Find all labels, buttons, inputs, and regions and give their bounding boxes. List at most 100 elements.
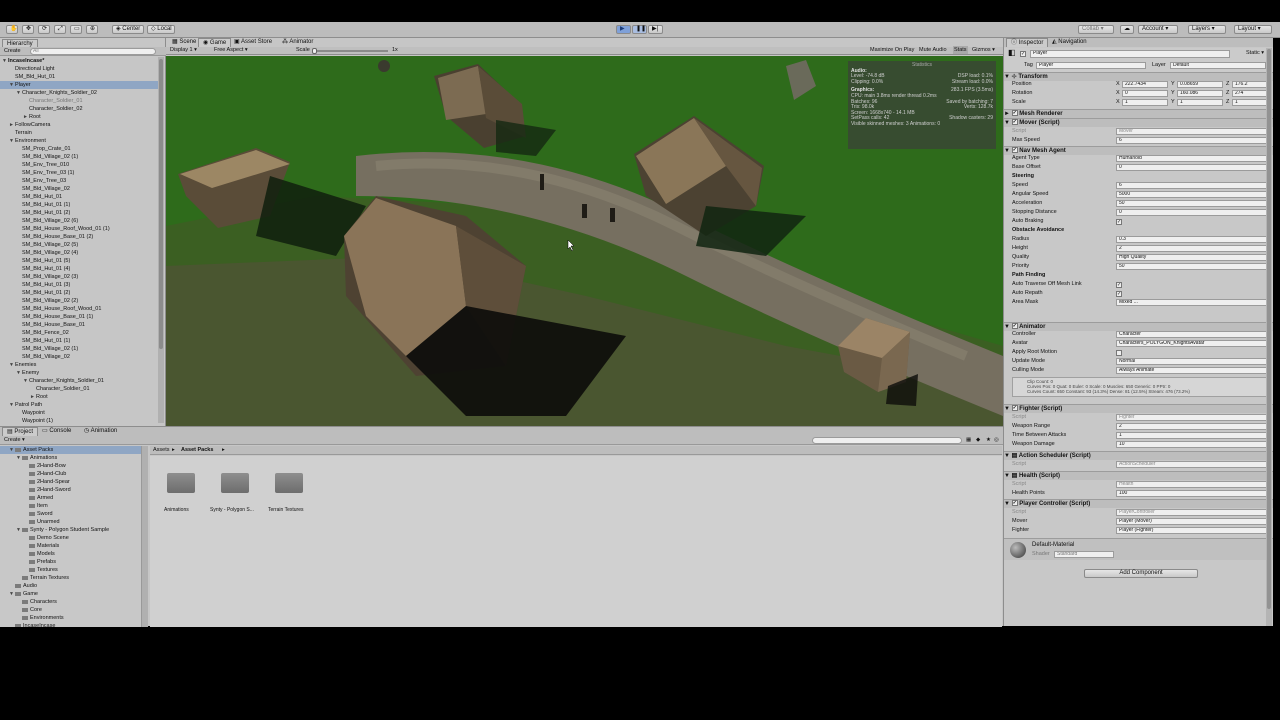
fighter-checkbox[interactable]: ✓ xyxy=(1011,405,1018,412)
mover-header[interactable]: ▼ ✓ Mover (Script) xyxy=(1004,118,1273,127)
hierarchy-item[interactable]: Character_Soldier_01 xyxy=(0,97,158,105)
project-folder-item[interactable]: Models xyxy=(0,550,141,558)
step-button[interactable]: ▶| xyxy=(648,25,663,34)
hierarchy-search-input[interactable]: All xyxy=(30,48,156,55)
rotation-y-field[interactable]: 160.086 xyxy=(1177,90,1223,97)
hierarchy-item[interactable]: ▼Enemy xyxy=(0,369,158,377)
project-folder-item[interactable]: ▼ Asset Packs xyxy=(0,446,141,454)
gizmos-dropdown[interactable]: Gizmos ▾ xyxy=(972,46,995,54)
project-folder-item[interactable]: 2Hand-Club xyxy=(0,470,141,478)
hierarchy-item[interactable]: SM_Bld_Village_02 xyxy=(0,185,158,193)
hierarchy-item[interactable]: ►FollowCamera xyxy=(0,121,158,129)
project-search-input[interactable] xyxy=(812,437,962,444)
layer-dropdown[interactable]: Default xyxy=(1170,62,1266,69)
hierarchy-item[interactable]: SM_Bld_Village_02 (3) xyxy=(0,273,158,281)
hierarchy-item[interactable]: SM_Bld_House_Base_01 xyxy=(0,321,158,329)
game-viewport[interactable]: Statistics Audio: Level: -74.8 dB DSP loa… xyxy=(166,56,1003,426)
hierarchy-item[interactable]: SM_Bld_Village_02 (4) xyxy=(0,249,158,257)
max-speed-field[interactable]: 6 xyxy=(1116,137,1268,144)
filter-type-icon[interactable]: ▦ xyxy=(966,436,971,444)
hierarchy-item[interactable]: SM_Bld_Hut_01 xyxy=(0,193,158,201)
hierarchy-item[interactable]: SM_Bld_House_Base_01 (2) xyxy=(0,233,158,241)
project-folder-item[interactable]: Prefabs xyxy=(0,558,141,566)
add-component-button[interactable]: Add Component xyxy=(1084,569,1198,578)
hidden-icon[interactable]: ◎ xyxy=(994,436,999,444)
weapon-range-field[interactable]: 2 xyxy=(1116,423,1268,430)
position-z-field[interactable]: 176.2 xyxy=(1232,81,1268,88)
hierarchy-item[interactable]: SM_Bld_Village_02 xyxy=(0,353,158,361)
aspect-dropdown[interactable]: Free Aspect ▾ xyxy=(214,46,248,54)
hierarchy-item[interactable]: Character_Soldier_01 xyxy=(0,385,158,393)
static-toggle[interactable]: Static ▾ xyxy=(1246,49,1264,57)
nav-agent-checkbox[interactable]: ✓ xyxy=(1011,147,1018,154)
project-folder-item[interactable]: Item xyxy=(0,502,141,510)
mesh-renderer-header[interactable]: ► ✓ Mesh Renderer xyxy=(1004,109,1273,118)
health-header[interactable]: ▼ ▤ Health (Script) xyxy=(1004,471,1273,480)
maximize-on-play-toggle[interactable]: Maximize On Play xyxy=(870,46,914,54)
auto-repath-checkbox[interactable]: ✓ xyxy=(1116,291,1122,297)
height-field[interactable]: 2 xyxy=(1116,245,1268,252)
breadcrumb-asset-packs[interactable]: Asset Packs xyxy=(181,446,213,454)
nav-mesh-agent-header[interactable]: ▼ ✓ Nav Mesh Agent xyxy=(1004,146,1273,155)
hierarchy-item[interactable]: SM_Bld_House_Base_01 (1) xyxy=(0,313,158,321)
auto-braking-checkbox[interactable]: ✓ xyxy=(1116,219,1122,225)
speed-field[interactable]: 6 xyxy=(1116,182,1268,189)
mover-checkbox[interactable]: ✓ xyxy=(1011,119,1018,126)
priority-field[interactable]: 50 xyxy=(1116,263,1268,270)
area-mask-field[interactable]: Mixed ... xyxy=(1116,299,1268,306)
rect-tool-button[interactable]: ▭ xyxy=(70,25,82,34)
hierarchy-scrollbar[interactable] xyxy=(158,57,164,423)
move-tool-button[interactable]: ✥ xyxy=(22,25,34,34)
hierarchy-item[interactable]: SM_Env_Tree_03 (1) xyxy=(0,169,158,177)
hierarchy-item[interactable]: ▼Patrol Path xyxy=(0,401,158,409)
hierarchy-item[interactable]: SM_Bld_Village_02 (1) xyxy=(0,345,158,353)
scale-x-field[interactable]: 1 xyxy=(1122,99,1168,106)
time-between-attacks-field[interactable]: 1 xyxy=(1116,432,1268,439)
pc-mover-field[interactable]: Player (Mover) xyxy=(1116,518,1268,525)
rotate-tool-button[interactable]: ⟳ xyxy=(38,25,50,34)
shader-dropdown[interactable]: Standard xyxy=(1054,551,1114,558)
hierarchy-item[interactable]: ▼Character_Knights_Soldier_02 xyxy=(0,89,158,97)
project-folder-item[interactable]: 2Hand-Spear xyxy=(0,478,141,486)
scale-z-field[interactable]: 1 xyxy=(1232,99,1268,106)
hierarchy-item[interactable]: SM_Env_Tree_010 xyxy=(0,161,158,169)
inspector-scroll-thumb[interactable] xyxy=(1267,49,1271,609)
project-folder-item[interactable]: 2Hand-Sword xyxy=(0,486,141,494)
transform-tool-button[interactable]: ⊕ xyxy=(86,25,98,34)
scale-y-field[interactable]: 1 xyxy=(1177,99,1223,106)
project-folder-item[interactable]: Characters xyxy=(0,598,141,606)
hierarchy-item[interactable]: SM_Bld_House_Roof_Wood_01 (1) xyxy=(0,225,158,233)
position-x-field[interactable]: 222.7434 xyxy=(1122,81,1168,88)
hierarchy-item[interactable]: ►Root xyxy=(0,113,158,121)
hierarchy-item[interactable]: SM_Bld_Hut_01 (5) xyxy=(0,257,158,265)
project-folder-item[interactable]: Environments xyxy=(0,614,141,622)
project-folder-item[interactable]: Core xyxy=(0,606,141,614)
stats-toggle[interactable]: Stats xyxy=(953,46,968,54)
hierarchy-item[interactable]: Directional Light xyxy=(0,65,158,73)
project-folder-item[interactable]: Materials xyxy=(0,542,141,550)
hierarchy-item[interactable]: ▼Player xyxy=(0,81,158,89)
radius-field[interactable]: 0.3 xyxy=(1116,236,1268,243)
auto-traverse-checkbox[interactable]: ✓ xyxy=(1116,282,1122,288)
hierarchy-create-button[interactable]: Create xyxy=(4,47,21,55)
hierarchy-item[interactable]: Waypoint (1) xyxy=(0,417,158,423)
rotation-z-field[interactable]: 274 xyxy=(1232,90,1268,97)
hierarchy-item[interactable]: SM_Bld_Hut_01 (1) xyxy=(0,201,158,209)
account-button[interactable]: Account ▾ xyxy=(1138,25,1178,34)
pivot-center-button[interactable]: ◈ Center xyxy=(112,25,144,34)
hierarchy-item[interactable]: SM_Env_Tree_03 xyxy=(0,177,158,185)
mute-audio-toggle[interactable]: Mute Audio xyxy=(919,46,947,54)
project-folder-item[interactable]: Terrain Textures xyxy=(0,574,141,582)
play-button[interactable]: ▶ xyxy=(616,25,631,34)
hierarchy-item[interactable]: ▼Enemies xyxy=(0,361,158,369)
active-checkbox[interactable]: ✓ xyxy=(1020,51,1026,57)
pause-button[interactable]: ❚❚ xyxy=(632,25,647,34)
inspector-scrollbar[interactable] xyxy=(1266,48,1272,626)
hand-tool-button[interactable]: ✋ xyxy=(6,25,18,34)
fighter-header[interactable]: ▼ ✓ Fighter (Script) xyxy=(1004,404,1273,413)
weapon-damage-field[interactable]: 10 xyxy=(1116,441,1268,448)
player-controller-checkbox[interactable]: ✓ xyxy=(1011,500,1018,507)
project-folder-item[interactable]: IncaseIncase xyxy=(0,622,141,627)
transform-header[interactable]: ▼ ⊹ Transform xyxy=(1004,72,1273,81)
hierarchy-item[interactable]: SM_Bld_Village_02 (5) xyxy=(0,241,158,249)
